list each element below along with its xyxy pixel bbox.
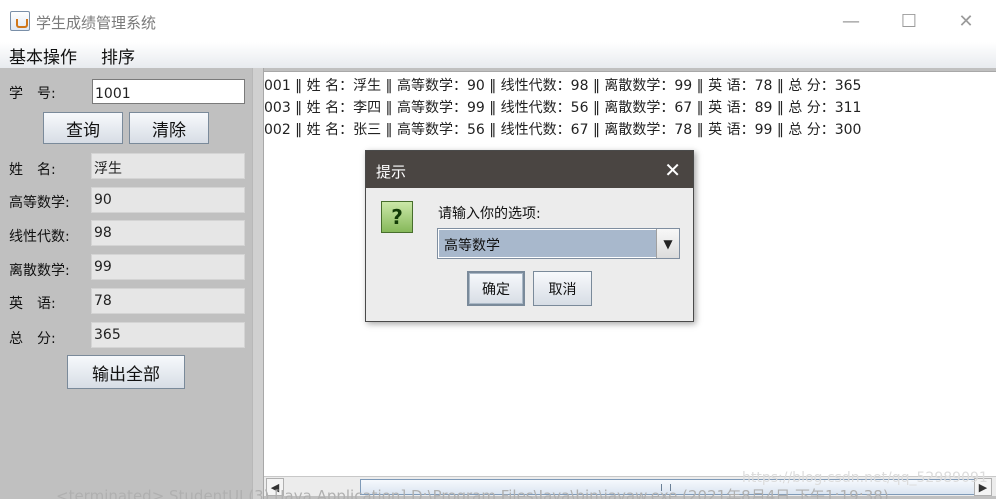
name-field[interactable]: 浮生 — [91, 153, 245, 179]
discrete-math-field[interactable]: 99 — [91, 254, 245, 280]
advanced-math-field[interactable]: 90 — [91, 187, 245, 213]
query-button[interactable]: 查询 — [43, 112, 123, 144]
app-window: 学生成绩管理系统 — ☐ ✕ 基本操作 排序 学 号: 查询 清除 姓 名: 浮… — [0, 0, 996, 499]
menu-sort[interactable]: 排序 — [101, 43, 135, 68]
dialog-close-icon[interactable]: ✕ — [664, 158, 681, 182]
chevron-down-icon[interactable]: ▼ — [656, 229, 679, 258]
clear-button[interactable]: 清除 — [129, 112, 209, 144]
total-field[interactable]: 365 — [91, 322, 245, 348]
dialog-title-bar: 提示 ✕ — [366, 151, 693, 188]
output-line: 001 ‖ 姓 名：浮生 ‖ 高等数学：90 ‖ 线性代数：98 ‖ 离散数学：… — [264, 78, 862, 94]
minimize-button[interactable]: — — [822, 0, 880, 42]
name-label: 姓 名: — [9, 162, 56, 178]
option-select[interactable]: 高等数学 ▼ — [437, 228, 680, 259]
output-all-button[interactable]: 输出全部 — [67, 355, 185, 389]
maximize-button[interactable]: ☐ — [880, 0, 938, 42]
option-dialog: 提示 ✕ ? 请输入你的选项: 高等数学 ▼ 确定 取消 — [365, 150, 694, 322]
total-label: 总 分: — [9, 331, 56, 347]
close-button[interactable]: ✕ — [937, 0, 995, 42]
split-divider[interactable] — [252, 68, 264, 499]
output-line: 002 ‖ 姓 名：张三 ‖ 高等数学：56 ‖ 线性代数：67 ‖ 离散数学：… — [264, 122, 862, 138]
linear-algebra-field[interactable]: 98 — [91, 220, 245, 246]
student-id-label: 学 号: — [9, 86, 56, 102]
title-bar: 学生成绩管理系统 — ☐ ✕ — [0, 0, 996, 42]
window-title: 学生成绩管理系统 — [36, 14, 157, 32]
output-line: 003 ‖ 姓 名：李四 ‖ 高等数学：99 ‖ 线性代数：56 ‖ 离散数学：… — [264, 100, 862, 116]
linear-algebra-label: 线性代数: — [9, 229, 70, 245]
menu-basic-operations[interactable]: 基本操作 — [9, 43, 77, 68]
student-form-panel: 学 号: 查询 清除 姓 名: 浮生 高等数学: 90 线性代数: 98 离散数… — [0, 68, 252, 499]
dialog-title: 提示 — [376, 163, 407, 181]
discrete-math-label: 离散数学: — [9, 263, 70, 279]
advanced-math-label: 高等数学: — [9, 195, 70, 211]
english-label: 英 语: — [9, 296, 56, 312]
console-status-text: <terminated> StudentUI (3) [Java Applica… — [56, 487, 889, 499]
menu-bar: 基本操作 排序 — [0, 42, 996, 68]
java-app-icon — [10, 11, 30, 31]
student-id-input[interactable] — [92, 79, 245, 104]
cancel-button[interactable]: 取消 — [533, 271, 592, 306]
ok-button[interactable]: 确定 — [467, 271, 525, 306]
option-selected-value[interactable]: 高等数学 — [439, 230, 656, 257]
watermark: https://blog.csdn.net/qq_52989091 — [742, 470, 988, 486]
dialog-message: 请输入你的选项: — [438, 206, 541, 222]
english-field[interactable]: 78 — [91, 288, 245, 314]
question-icon: ? — [381, 201, 413, 233]
